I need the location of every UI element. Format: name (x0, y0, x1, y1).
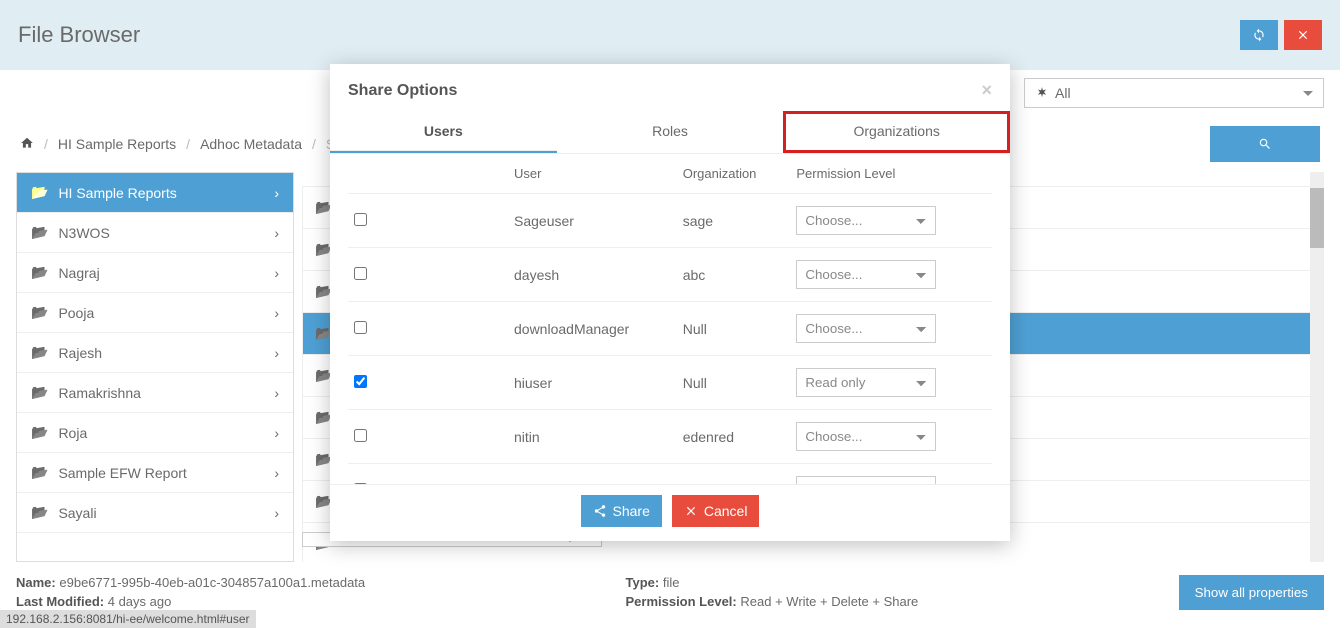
modal-overlay: Share Options × UsersRolesOrganizations … (0, 0, 1340, 628)
cancel-button[interactable]: Cancel (672, 495, 760, 527)
cell-user: dayesh (508, 248, 677, 302)
share-icon (593, 504, 607, 518)
table-row: dayesh abc Choose... (348, 248, 992, 302)
row-checkbox[interactable] (354, 375, 367, 388)
share-button[interactable]: Share (581, 495, 662, 527)
permission-select[interactable]: Choose... (796, 260, 936, 289)
cell-user: downloadManager (508, 302, 677, 356)
row-checkbox[interactable] (354, 483, 367, 485)
cell-org: Null (677, 302, 791, 356)
share-table: User Organization Permission Level Sageu… (348, 154, 992, 484)
row-checkbox[interactable] (354, 213, 367, 226)
cell-user: norole (508, 464, 677, 485)
permission-select[interactable]: Choose... (796, 206, 936, 235)
table-row: hiuser Null Read only (348, 356, 992, 410)
col-org: Organization (677, 154, 791, 194)
row-checkbox[interactable] (354, 429, 367, 442)
cell-org: testingorg (677, 464, 791, 485)
permission-select[interactable]: Choose... (796, 476, 936, 484)
cell-user: Sageuser (508, 194, 677, 248)
modal-body: User Organization Permission Level Sageu… (330, 154, 1010, 484)
modal-close-button[interactable]: × (981, 80, 992, 101)
table-row: Sageuser sage Choose... (348, 194, 992, 248)
col-perm: Permission Level (790, 154, 992, 194)
table-row: downloadManager Null Choose... (348, 302, 992, 356)
cell-org: abc (677, 248, 791, 302)
cell-org: sage (677, 194, 791, 248)
modal-title: Share Options (348, 82, 457, 100)
cell-user: nitin (508, 410, 677, 464)
table-row: nitin edenred Choose... (348, 410, 992, 464)
modal-tabs: UsersRolesOrganizations (330, 111, 1010, 154)
row-checkbox[interactable] (354, 321, 367, 334)
modal-footer: Share Cancel (330, 484, 1010, 541)
table-row: norole testingorg Choose... (348, 464, 992, 485)
cell-org: edenred (677, 410, 791, 464)
cell-user: hiuser (508, 356, 677, 410)
modal-tab-users[interactable]: Users (330, 111, 557, 153)
cell-org: Null (677, 356, 791, 410)
col-user: User (508, 154, 677, 194)
permission-select[interactable]: Choose... (796, 422, 936, 451)
close-icon (684, 504, 698, 518)
modal-tab-roles[interactable]: Roles (557, 111, 784, 153)
modal-tab-organizations[interactable]: Organizations (783, 111, 1010, 153)
permission-select[interactable]: Read only (796, 368, 936, 397)
modal-header: Share Options × (330, 64, 1010, 111)
share-modal: Share Options × UsersRolesOrganizations … (330, 64, 1010, 541)
permission-select[interactable]: Choose... (796, 314, 936, 343)
row-checkbox[interactable] (354, 267, 367, 280)
